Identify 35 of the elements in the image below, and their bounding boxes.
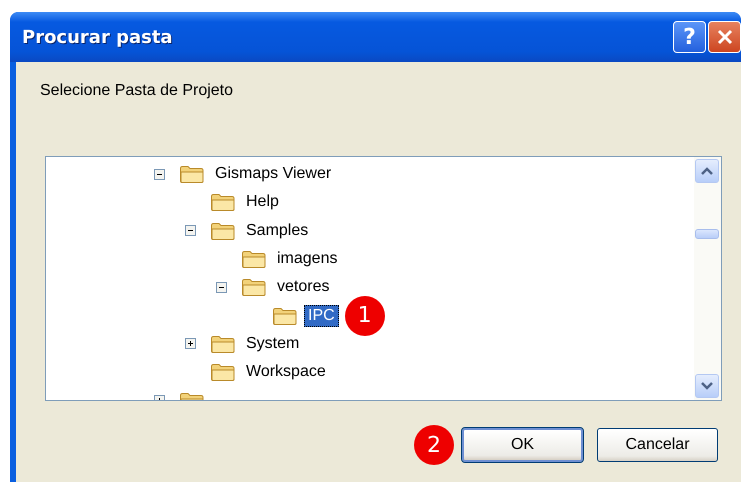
folder-icon <box>210 220 236 241</box>
cancel-button[interactable]: Cancelar <box>597 428 718 462</box>
scroll-down-button[interactable] <box>695 374 719 398</box>
help-button[interactable]: ? <box>673 21 706 53</box>
chevron-down-icon <box>701 382 713 390</box>
vertical-scrollbar[interactable] <box>694 157 721 400</box>
callout-badge: 1 <box>344 296 385 336</box>
folder-item[interactable]: System <box>242 332 304 355</box>
folder-item[interactable]: imagens <box>273 248 342 270</box>
folder-icon <box>241 277 267 298</box>
folder-icon <box>272 306 298 326</box>
folder-icon <box>210 362 236 382</box>
folder-item[interactable]: Gismaps Viewer <box>211 163 336 186</box>
chevron-up-icon <box>701 167 713 175</box>
collapse-icon[interactable] <box>154 168 165 180</box>
collapse-icon[interactable] <box>216 282 227 293</box>
folder-item[interactable]: vetores <box>273 276 334 298</box>
folder-icon <box>210 334 236 354</box>
folder-item[interactable]: Workspace <box>242 361 330 384</box>
instruction-text: Selecione Pasta de Projeto <box>40 82 234 100</box>
folder-item[interactable]: IPC <box>304 304 339 327</box>
folder-icon <box>241 249 267 270</box>
callout-badge: 2 <box>414 425 454 465</box>
expand-icon[interactable] <box>185 338 196 350</box>
scroll-up-button[interactable] <box>695 159 719 183</box>
folder-item[interactable]: Samples <box>242 220 312 242</box>
window-title: Procurar pasta <box>22 26 174 48</box>
scrollbar-thumb[interactable] <box>695 229 719 239</box>
folder-icon <box>179 164 205 184</box>
ok-button[interactable]: OK <box>462 428 583 462</box>
folder-icon <box>210 192 236 212</box>
close-icon <box>716 29 732 45</box>
folder-item[interactable]: Help <box>242 191 283 214</box>
collapse-icon[interactable] <box>185 225 196 236</box>
close-button[interactable] <box>708 21 741 53</box>
